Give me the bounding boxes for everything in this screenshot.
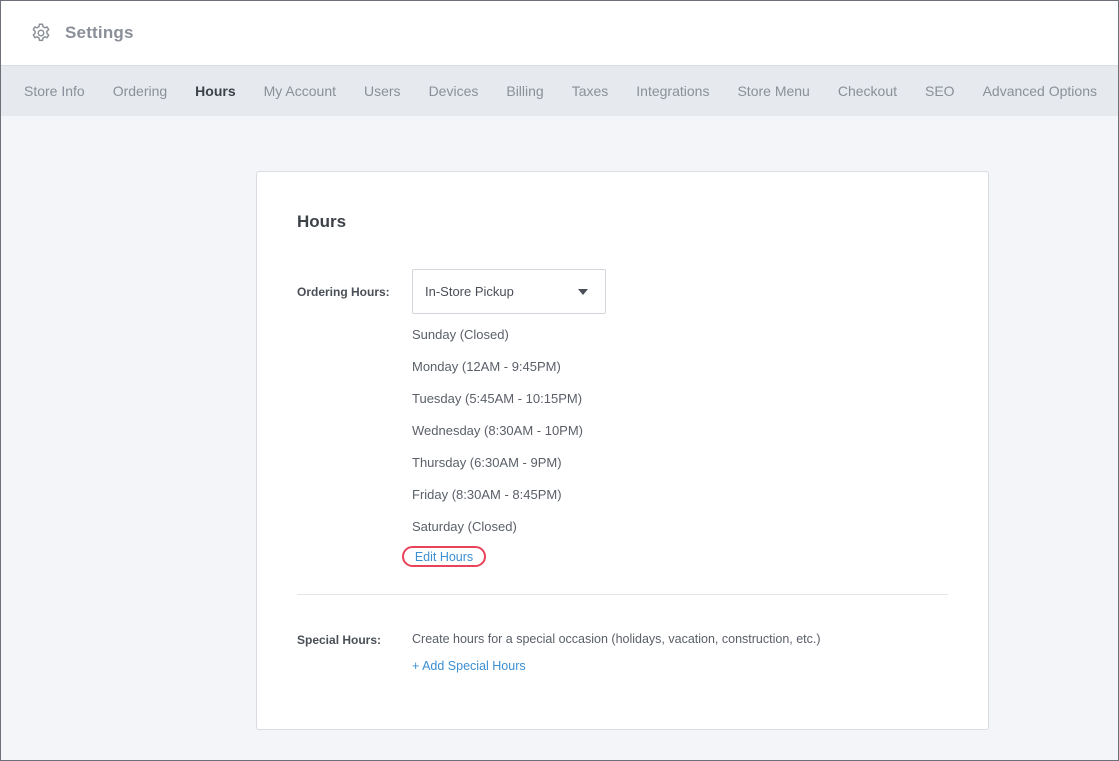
- edit-hours-link[interactable]: Edit Hours: [402, 546, 486, 567]
- tab-store-info[interactable]: Store Info: [24, 83, 85, 99]
- tab-users[interactable]: Users: [364, 83, 401, 99]
- tab-my-account[interactable]: My Account: [264, 83, 336, 99]
- divider: [297, 594, 948, 595]
- add-special-hours-link[interactable]: + Add Special Hours: [412, 659, 526, 673]
- hours-day-wednesday: Wednesday (8:30AM - 10PM): [412, 423, 583, 438]
- tab-taxes[interactable]: Taxes: [572, 83, 609, 99]
- special-hours-label: Special Hours:: [297, 633, 382, 647]
- top-bar: Settings: [1, 1, 1118, 66]
- special-hours-description: Create hours for a special occasion (hol…: [412, 632, 821, 646]
- tab-hours[interactable]: Hours: [195, 83, 235, 99]
- tab-billing[interactable]: Billing: [506, 83, 543, 99]
- tab-advanced-options[interactable]: Advanced Options: [983, 83, 1097, 99]
- tab-checkout[interactable]: Checkout: [838, 83, 897, 99]
- tab-store-menu[interactable]: Store Menu: [737, 83, 809, 99]
- hours-day-thursday: Thursday (6:30AM - 9PM): [412, 455, 562, 470]
- tab-integrations[interactable]: Integrations: [636, 83, 709, 99]
- weekly-hours-list: Sunday (Closed) Monday (12AM - 9:45PM) T…: [412, 326, 583, 550]
- ordering-hours-label: Ordering Hours:: [297, 285, 390, 299]
- settings-tab-bar: Store Info Ordering Hours My Account Use…: [1, 66, 1118, 116]
- tab-devices[interactable]: Devices: [429, 83, 479, 99]
- ordering-type-selected-value: In-Store Pickup: [425, 284, 514, 299]
- hours-day-tuesday: Tuesday (5:45AM - 10:15PM): [412, 391, 583, 406]
- hours-card: Hours Ordering Hours: In-Store Pickup Su…: [256, 171, 989, 730]
- ordering-type-select[interactable]: In-Store Pickup: [412, 269, 606, 314]
- chevron-down-icon: [578, 289, 588, 295]
- tab-ordering[interactable]: Ordering: [113, 83, 167, 99]
- hours-day-friday: Friday (8:30AM - 8:45PM): [412, 487, 562, 502]
- gear-icon: [30, 22, 52, 44]
- hours-day-monday: Monday (12AM - 9:45PM): [412, 359, 561, 374]
- page-title: Settings: [65, 23, 134, 42]
- hours-day-sunday: Sunday (Closed): [412, 327, 509, 342]
- app-window: Settings Store Info Ordering Hours My Ac…: [0, 0, 1119, 761]
- tab-seo[interactable]: SEO: [925, 83, 955, 99]
- section-title: Hours: [297, 212, 347, 231]
